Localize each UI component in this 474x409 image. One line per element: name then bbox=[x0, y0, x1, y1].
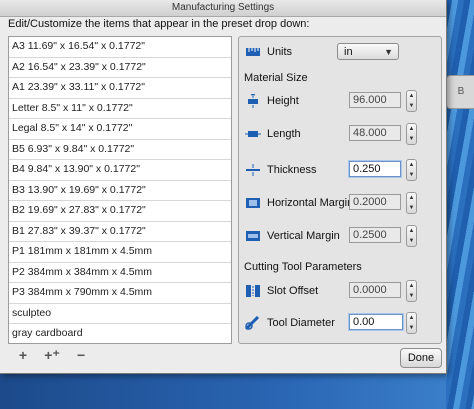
tool-diameter-label: Tool Diameter bbox=[267, 317, 335, 329]
preset-list-item[interactable]: A1 23.39" x 33.11" x 0.1772" bbox=[9, 78, 231, 99]
preset-list-item[interactable]: P3 384mm x 790mm x 4.5mm bbox=[9, 283, 231, 304]
preset-list-item[interactable]: B3 13.90" x 19.69" x 0.1772" bbox=[9, 181, 231, 201]
preset-list-item[interactable]: Legal 8.5" x 14" x 0.1772" bbox=[9, 119, 231, 140]
length-stepper[interactable]: ▲ ▼ bbox=[406, 123, 417, 145]
vertical-margin-input[interactable] bbox=[349, 227, 401, 243]
manufacturing-settings-dialog: Manufacturing Settings Edit/Customize th… bbox=[0, 0, 447, 374]
units-select[interactable]: in ▼ bbox=[337, 43, 399, 60]
slot-offset-stepper[interactable]: ▲ ▼ bbox=[406, 280, 417, 302]
height-stepper[interactable]: ▲ ▼ bbox=[406, 90, 417, 112]
preset-list-item[interactable]: A3 11.69" x 16.54" x 0.1772" bbox=[9, 37, 231, 58]
cutting-tool-heading: Cutting Tool Parameters bbox=[244, 261, 362, 273]
thickness-stepper[interactable]: ▲ ▼ bbox=[406, 159, 417, 181]
tool-diameter-stepper[interactable]: ▲ ▼ bbox=[406, 312, 417, 334]
vertical-margin-icon bbox=[246, 231, 260, 241]
length-row: Length ▲▼ bbox=[239, 123, 441, 145]
height-icon bbox=[248, 94, 258, 108]
preset-list-item[interactable]: P1 181mm x 181mm x 4.5mm bbox=[9, 242, 231, 263]
thickness-label: Thickness bbox=[267, 164, 317, 176]
preset-list-item[interactable]: A2 16.54" x 23.39" x 0.1772" bbox=[9, 58, 231, 78]
material-size-heading: Material Size bbox=[244, 72, 308, 84]
units-select-value: in bbox=[344, 46, 353, 58]
settings-panel: Units in ▼ Material Size Height ▲▼ bbox=[238, 36, 442, 344]
units-label: Units bbox=[267, 46, 293, 58]
done-button[interactable]: Done bbox=[400, 348, 442, 368]
instructions-text: Edit/Customize the items that appear in … bbox=[8, 18, 310, 30]
thickness-input[interactable] bbox=[349, 161, 401, 177]
vertical-margin-label: Vertical Margin bbox=[267, 230, 340, 242]
slot-offset-icon bbox=[246, 285, 260, 297]
vertical-margin-stepper[interactable]: ▲ ▼ bbox=[406, 225, 417, 247]
units-row: Units in ▼ bbox=[239, 41, 441, 63]
tool-diameter-row: Tool Diameter ▲▼ bbox=[239, 312, 441, 334]
units-ruler-icon bbox=[246, 48, 260, 56]
preset-list-item[interactable]: B4 9.84" x 13.90" x 0.1772" bbox=[9, 160, 231, 181]
tool-diameter-input[interactable] bbox=[349, 314, 403, 330]
preset-list-item[interactable]: P2 384mm x 384mm x 4.5mm bbox=[9, 263, 231, 283]
height-label: Height bbox=[267, 95, 299, 107]
slot-offset-row: Slot Offset ▲▼ bbox=[239, 280, 441, 302]
duplicate-preset-button[interactable]: +⁺ bbox=[41, 346, 63, 364]
preset-list-item[interactable]: Letter 8.5" x 11" x 0.1772" bbox=[9, 99, 231, 119]
dropdown-arrow-icon: ▼ bbox=[384, 47, 393, 57]
thickness-icon bbox=[246, 164, 260, 176]
preset-list-item[interactable]: B1 27.83" x 39.37" x 0.1772" bbox=[9, 222, 231, 242]
preset-list-item[interactable]: gray cardboard bbox=[9, 324, 231, 343]
horizontal-margin-input[interactable] bbox=[349, 194, 401, 210]
height-input[interactable] bbox=[349, 92, 401, 108]
tool-diameter-icon bbox=[245, 316, 260, 330]
preset-list-item[interactable]: B5 6.93" x 9.84" x 0.1772" bbox=[9, 140, 231, 160]
add-preset-button[interactable]: + bbox=[12, 346, 34, 364]
remove-preset-button[interactable]: − bbox=[70, 346, 92, 364]
horizontal-margin-icon bbox=[246, 198, 260, 208]
slot-offset-input[interactable] bbox=[349, 282, 401, 298]
list-toolbar: + +⁺ − bbox=[12, 346, 96, 366]
length-icon bbox=[245, 131, 261, 137]
preset-list-item[interactable]: sculpteo bbox=[9, 304, 231, 324]
background-window-tab: B bbox=[446, 75, 474, 109]
background-window-strip: B bbox=[446, 0, 474, 409]
length-input[interactable] bbox=[349, 125, 401, 141]
length-label: Length bbox=[267, 128, 301, 140]
horizontal-margin-label: Horizontal Margin bbox=[267, 197, 354, 209]
preset-list[interactable]: A3 11.69" x 16.54" x 0.1772" A2 16.54" x … bbox=[8, 36, 232, 344]
horizontal-margin-row: Horizontal Margin ▲▼ bbox=[239, 192, 441, 214]
preset-list-item[interactable]: B2 19.69" x 27.83" x 0.1772" bbox=[9, 201, 231, 222]
vertical-margin-row: Vertical Margin ▲▼ bbox=[239, 225, 441, 247]
horizontal-margin-stepper[interactable]: ▲ ▼ bbox=[406, 192, 417, 214]
thickness-row: Thickness ▲▼ bbox=[239, 159, 441, 181]
slot-offset-label: Slot Offset bbox=[267, 285, 319, 297]
height-row: Height ▲▼ bbox=[239, 90, 441, 112]
window-title: Manufacturing Settings bbox=[0, 0, 446, 17]
background-desktop bbox=[0, 374, 446, 409]
